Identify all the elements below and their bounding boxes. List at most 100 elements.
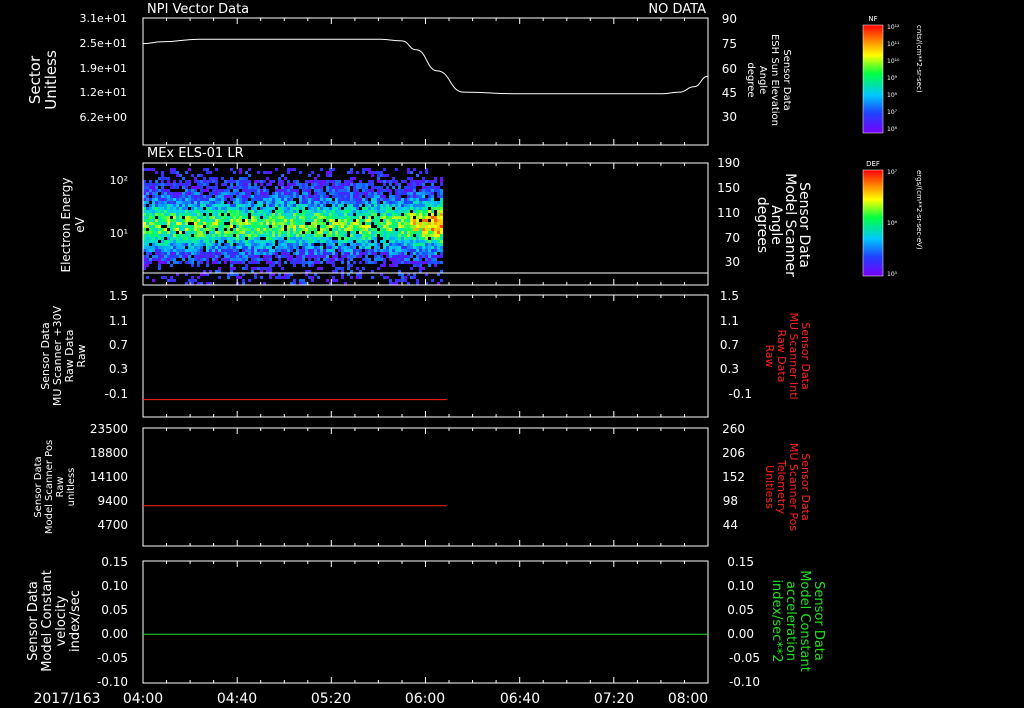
heatmap-cell	[203, 210, 206, 213]
heatmap-cell	[407, 171, 410, 174]
heatmap-cell	[236, 261, 239, 264]
heatmap-cell	[350, 192, 353, 195]
heatmap-cell	[188, 228, 191, 231]
heatmap-cell	[269, 267, 272, 270]
heatmap-cell	[185, 249, 188, 252]
time-tick-label: 04:00	[123, 691, 163, 707]
heatmap-cell	[302, 216, 305, 219]
heatmap-cell	[398, 204, 401, 207]
heatmap-cell	[218, 195, 221, 198]
heatmap-cell	[338, 180, 341, 183]
heatmap-cell	[290, 255, 293, 258]
heatmap-cell	[350, 243, 353, 246]
heatmap-cell	[188, 201, 191, 204]
heatmap-cell	[182, 210, 185, 213]
heatmap-cell	[233, 210, 236, 213]
heatmap-cell	[434, 180, 437, 183]
heatmap-cell	[269, 219, 272, 222]
heatmap-cell	[263, 255, 266, 258]
heatmap-cell	[155, 222, 158, 225]
panel1-right-label-line: Angle	[757, 66, 768, 94]
heatmap-cell	[146, 219, 149, 222]
heatmap-cell	[197, 207, 200, 210]
heatmap-cell	[209, 243, 212, 246]
heatmap-cell	[248, 174, 251, 177]
heatmap-cell	[290, 216, 293, 219]
heatmap-cell	[404, 261, 407, 264]
heatmap-cell	[239, 225, 242, 228]
heatmap-cell	[287, 186, 290, 189]
heatmap-cell	[158, 234, 161, 237]
heatmap-cell	[203, 183, 206, 186]
heatmap-cell	[212, 192, 215, 195]
panel3-right-tick: 0.3	[720, 362, 739, 376]
heatmap-cell	[347, 213, 350, 216]
heatmap-cell	[347, 192, 350, 195]
heatmap-cell	[173, 222, 176, 225]
heatmap-cell	[284, 249, 287, 252]
heatmap-cell	[422, 177, 425, 180]
heatmap-cell	[350, 258, 353, 261]
heatmap-cell	[170, 222, 173, 225]
heatmap-cell	[287, 216, 290, 219]
heatmap-cell	[350, 240, 353, 243]
heatmap-cell	[341, 198, 344, 201]
heatmap-cell	[188, 252, 191, 255]
heatmap-cell	[299, 171, 302, 174]
colorbar-nf-tick: 10⁷	[887, 109, 898, 116]
heatmap-cell	[425, 231, 428, 234]
heatmap-cell	[299, 207, 302, 210]
heatmap-cell	[158, 189, 161, 192]
heatmap-cell	[320, 192, 323, 195]
panel2-right-label-line: degrees	[754, 197, 770, 253]
heatmap-cell	[377, 246, 380, 249]
heatmap-cell	[425, 192, 428, 195]
heatmap-cell	[275, 228, 278, 231]
heatmap-cell	[194, 195, 197, 198]
heatmap-cell	[215, 258, 218, 261]
heatmap-cell	[227, 219, 230, 222]
heatmap-cell	[170, 210, 173, 213]
heatmap-cell	[368, 204, 371, 207]
heatmap-cell	[371, 192, 374, 195]
heatmap-cell	[284, 201, 287, 204]
heatmap-cell	[362, 237, 365, 240]
heatmap-cell	[188, 183, 191, 186]
heatmap-cell	[416, 180, 419, 183]
heatmap-cell	[239, 222, 242, 225]
heatmap-cell	[425, 243, 428, 246]
heatmap-cell	[185, 234, 188, 237]
heatmap-cell	[164, 258, 167, 261]
heatmap-cell	[266, 207, 269, 210]
heatmap-cell	[227, 186, 230, 189]
heatmap-cell	[419, 204, 422, 207]
heatmap-cell	[179, 174, 182, 177]
heatmap-cell	[416, 207, 419, 210]
panel5-right-label-line: Sensor Data	[811, 581, 826, 661]
heatmap-cell	[257, 195, 260, 198]
heatmap-cell	[398, 201, 401, 204]
heatmap-cell	[200, 252, 203, 255]
heatmap-cell	[341, 219, 344, 222]
heatmap-cell	[203, 168, 206, 171]
heatmap-cell	[188, 243, 191, 246]
heatmap-cell	[179, 231, 182, 234]
heatmap-cell	[266, 228, 269, 231]
heatmap-cell	[260, 258, 263, 261]
heatmap-cell	[167, 195, 170, 198]
heatmap-cell	[275, 198, 278, 201]
heatmap-cell	[191, 249, 194, 252]
heatmap-cell	[152, 216, 155, 219]
heatmap-cell	[404, 258, 407, 261]
heatmap-cell	[233, 198, 236, 201]
heatmap-cell	[428, 252, 431, 255]
heatmap-cell	[332, 252, 335, 255]
heatmap-cell	[164, 252, 167, 255]
heatmap-cell	[245, 219, 248, 222]
heatmap-cell	[191, 192, 194, 195]
heatmap-cell	[164, 195, 167, 198]
heatmap-cell	[311, 234, 314, 237]
heatmap-cell	[284, 219, 287, 222]
panel4-right-label-line: Unitless	[763, 465, 776, 509]
heatmap-cell	[200, 192, 203, 195]
